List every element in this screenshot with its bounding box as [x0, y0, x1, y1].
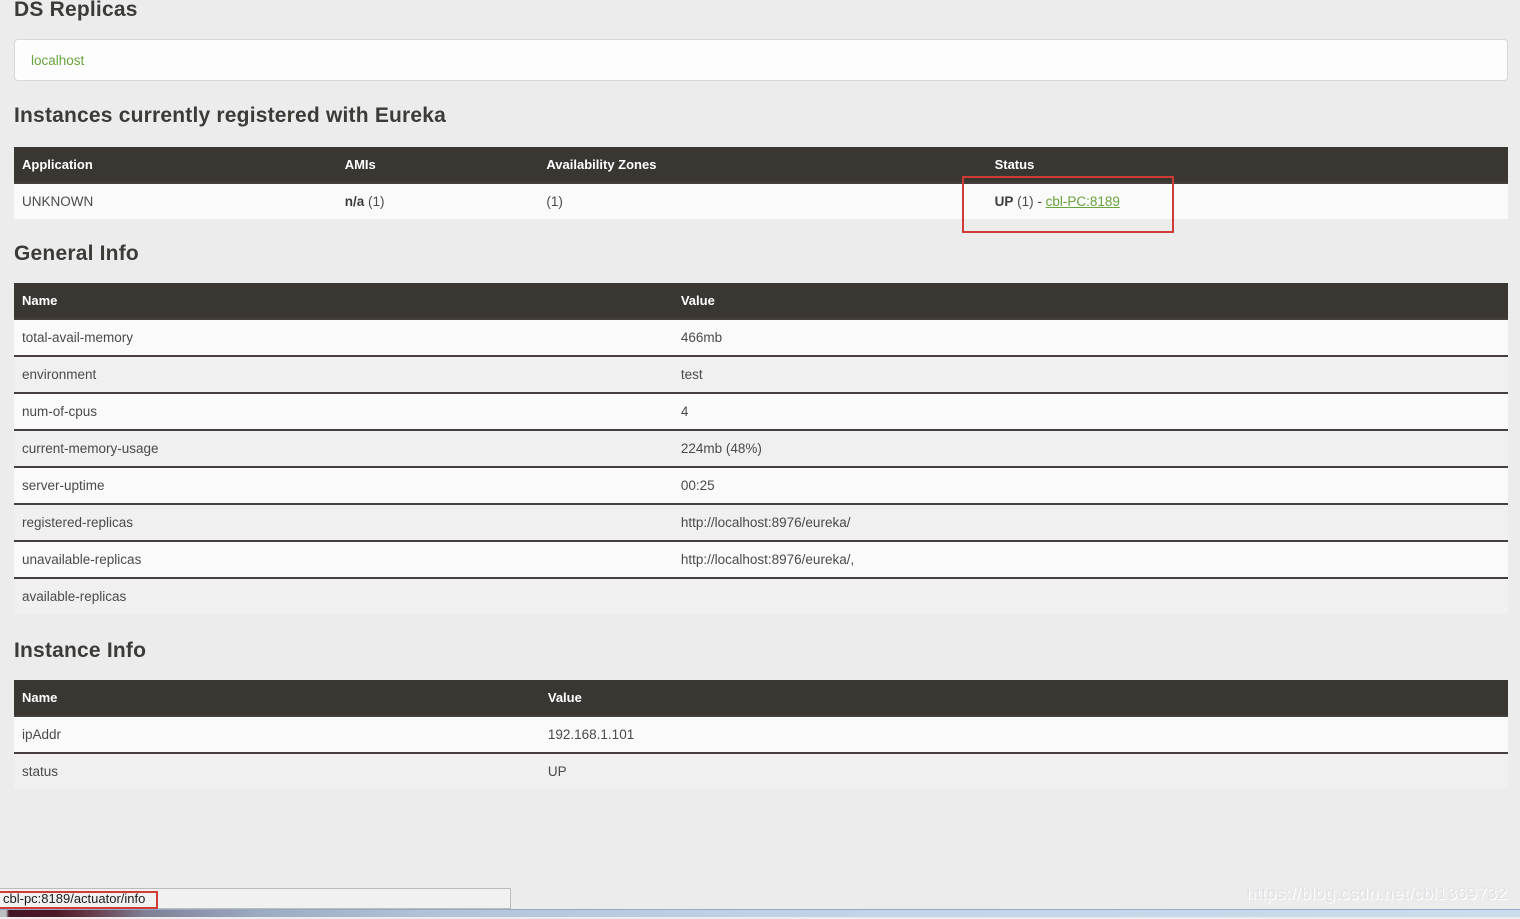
- watermark-text: https://blog.csdn.net/cbl1369732: [1246, 884, 1507, 904]
- instance-info-heading: Instance Info: [14, 639, 1508, 663]
- col-value: Value: [673, 283, 1508, 319]
- info-name: num-of-cpus: [14, 393, 673, 430]
- application-cell: UNKNOWN: [14, 183, 337, 219]
- table-row: environment test: [14, 356, 1508, 393]
- general-info-header-row: Name Value: [14, 283, 1508, 319]
- col-amis: AMIs: [337, 147, 539, 183]
- instance-info-table: Name Value ipAddr 192.168.1.101 status U…: [14, 680, 1508, 789]
- window-edge-strip: [0, 909, 1520, 917]
- instance-info-header-row: Name Value: [14, 680, 1508, 716]
- info-name: unavailable-replicas: [14, 541, 673, 578]
- amis-primary: n/a: [345, 194, 365, 209]
- general-info-heading: General Info: [14, 242, 1508, 266]
- col-status: Status: [987, 147, 1508, 183]
- info-value: UP: [540, 753, 1508, 789]
- col-name: Name: [14, 283, 673, 319]
- page-title: DS Replicas: [14, 0, 1508, 22]
- info-value: [673, 578, 1508, 614]
- ds-replicas-panel: localhost: [14, 39, 1508, 81]
- instances-header-row: Application AMIs Availability Zones Stat…: [14, 147, 1508, 183]
- info-value: test: [673, 356, 1508, 393]
- amis-cell: n/a (1): [337, 183, 539, 219]
- zones-cell: (1): [538, 183, 986, 219]
- table-row: registered-replicas http://localhost:897…: [14, 504, 1508, 541]
- info-name: total-avail-memory: [14, 319, 673, 356]
- col-application: Application: [14, 147, 337, 183]
- status-detail: (1) -: [1017, 194, 1046, 209]
- general-info-table: Name Value total-avail-memory 466mb envi…: [14, 283, 1508, 614]
- info-name: environment: [14, 356, 673, 393]
- table-row: ipAddr 192.168.1.101: [14, 716, 1508, 753]
- replica-link-localhost[interactable]: localhost: [31, 53, 84, 68]
- status-cell: UP (1) - cbl-PC:8189: [987, 183, 1508, 219]
- col-value: Value: [540, 680, 1508, 716]
- info-value: http://localhost:8976/eureka/,: [673, 541, 1508, 578]
- info-name: registered-replicas: [14, 504, 673, 541]
- info-name: status: [14, 753, 540, 789]
- table-row: current-memory-usage 224mb (48%): [14, 430, 1508, 467]
- instances-heading: Instances currently registered with Eure…: [14, 104, 1508, 128]
- table-row: unavailable-replicas http://localhost:89…: [14, 541, 1508, 578]
- table-row: server-uptime 00:25: [14, 467, 1508, 504]
- info-value: 4: [673, 393, 1508, 430]
- table-row: total-avail-memory 466mb: [14, 319, 1508, 356]
- amis-count: (1): [368, 194, 385, 209]
- table-row: available-replicas: [14, 578, 1508, 614]
- info-name: available-replicas: [14, 578, 673, 614]
- browser-link-preview-bar: cbl-pc:8189/actuator/info: [0, 888, 511, 909]
- info-value: 192.168.1.101: [540, 716, 1508, 753]
- info-name: ipAddr: [14, 716, 540, 753]
- instance-row-unknown: UNKNOWN n/a (1) (1) UP (1) - cbl-PC:8189: [14, 183, 1508, 219]
- status-instance-link[interactable]: cbl-PC:8189: [1046, 194, 1120, 209]
- info-value: 224mb (48%): [673, 430, 1508, 467]
- instances-table: Application AMIs Availability Zones Stat…: [14, 147, 1508, 219]
- table-row: status UP: [14, 753, 1508, 789]
- table-row: num-of-cpus 4: [14, 393, 1508, 430]
- info-value: http://localhost:8976/eureka/: [673, 504, 1508, 541]
- info-name: server-uptime: [14, 467, 673, 504]
- info-value: 00:25: [673, 467, 1508, 504]
- col-availability-zones: Availability Zones: [538, 147, 986, 183]
- info-name: current-memory-usage: [14, 430, 673, 467]
- status-state: UP: [995, 194, 1014, 209]
- info-value: 466mb: [673, 319, 1508, 356]
- col-name: Name: [14, 680, 540, 716]
- page-content: DS Replicas localhost Instances currentl…: [0, 0, 1520, 789]
